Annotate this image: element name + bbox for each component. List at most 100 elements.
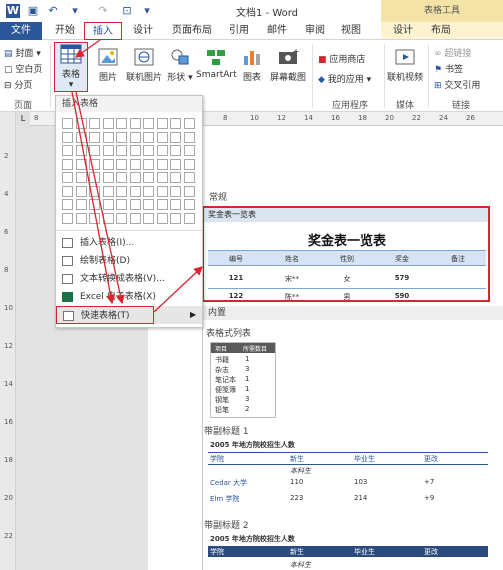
table-grid-cell[interactable] <box>116 118 127 129</box>
list-table-label[interactable]: 表格式列表 <box>206 326 251 339</box>
subtitle1-template[interactable]: 2005 年地方院校招生人数 学院 新生 毕业生 更改 本科生 Cedar 大学… <box>206 438 491 510</box>
table-grid-cell[interactable] <box>183 131 195 143</box>
table-size-grid[interactable] <box>62 118 200 228</box>
table-grid-cell[interactable] <box>75 212 87 224</box>
table-grid-cell[interactable] <box>129 185 141 197</box>
table-grid-cell[interactable] <box>62 199 73 210</box>
table-grid-cell[interactable] <box>129 172 141 183</box>
table-grid-cell[interactable] <box>156 158 168 170</box>
insert-table-item[interactable]: 插入表格(I)... <box>56 234 202 252</box>
quick-tables-item[interactable]: 快速表格(T) <box>56 306 154 324</box>
picture-button[interactable]: 图片 <box>94 46 122 83</box>
table-grid-cell[interactable] <box>62 172 73 183</box>
table-grid-cell[interactable] <box>129 118 141 129</box>
table-grid-cell[interactable] <box>75 131 87 143</box>
table-grid-cell[interactable] <box>116 131 127 143</box>
table-grid-cell[interactable] <box>170 118 181 129</box>
table-grid-cell[interactable] <box>116 212 127 224</box>
table-grid-cell[interactable] <box>62 212 73 224</box>
table-grid-cell[interactable] <box>75 118 87 129</box>
table-grid-cell[interactable] <box>156 199 168 210</box>
table-grid-cell[interactable] <box>62 145 73 156</box>
table-grid-cell[interactable] <box>143 212 154 224</box>
table-grid-cell[interactable] <box>116 185 127 197</box>
excel-spreadsheet-item[interactable]: Excel 电子表格(X) <box>56 288 202 306</box>
table-grid-cell[interactable] <box>143 145 154 156</box>
table-grid-cell[interactable] <box>129 158 141 170</box>
table-grid-cell[interactable] <box>75 172 87 183</box>
table-grid-cell[interactable] <box>75 158 87 170</box>
table-grid-cell[interactable] <box>89 172 100 183</box>
table-grid-cell[interactable] <box>102 199 114 210</box>
tab-design[interactable]: 设计 <box>124 22 162 40</box>
table-grid-cell[interactable] <box>143 199 154 210</box>
table-grid-cell[interactable] <box>116 145 127 156</box>
table-grid-cell[interactable] <box>156 185 168 197</box>
table-grid-cell[interactable] <box>102 212 114 224</box>
tab-page-layout[interactable]: 页面布局 <box>164 22 220 40</box>
list-table-template[interactable]: 项目 所需数目 书籍 1 杂志 3 笔记本 1 便笺簿 1 钢笔 3 铅笔 2 <box>210 342 276 418</box>
redo-icon[interactable]: ↷ <box>96 4 110 18</box>
table-grid-cell[interactable] <box>102 118 114 129</box>
tab-view[interactable]: 视图 <box>334 22 368 40</box>
table-grid-cell[interactable] <box>129 212 141 224</box>
table-grid-cell[interactable] <box>62 131 73 143</box>
table-grid-cell[interactable] <box>129 199 141 210</box>
page-break-button[interactable]: ⊟ 分页 <box>4 78 32 91</box>
cross-reference-button[interactable]: ⊞ 交叉引用 <box>434 78 480 91</box>
table-grid-cell[interactable] <box>102 158 114 170</box>
save-icon[interactable]: ▣ <box>26 4 40 18</box>
subtitle2-label[interactable]: 带副标题 2 <box>204 518 249 531</box>
table-grid-cell[interactable] <box>183 172 195 183</box>
tab-table-design[interactable]: 设计 <box>386 22 420 40</box>
tab-review[interactable]: 审阅 <box>298 22 332 40</box>
undo-dropdown-icon[interactable]: ▾ <box>68 4 82 18</box>
table-grid-cell[interactable] <box>170 199 181 210</box>
table-grid-cell[interactable] <box>170 145 181 156</box>
table-grid-cell[interactable] <box>156 172 168 183</box>
customize-icon[interactable]: ▾ <box>140 4 154 18</box>
table-grid-cell[interactable] <box>183 158 195 170</box>
text-to-table-item[interactable]: 文本转换成表格(V)... <box>56 270 202 288</box>
app-store-button[interactable]: ■ 应用商店 <box>318 52 365 65</box>
vertical-ruler[interactable]: 2 4 6 8 10 12 14 16 18 20 22 <box>0 112 16 570</box>
table-grid-cell[interactable] <box>62 185 73 197</box>
table-grid-cell[interactable] <box>102 185 114 197</box>
blank-page-button[interactable]: ▢ 空白页 <box>4 62 42 75</box>
table-grid-cell[interactable] <box>156 212 168 224</box>
table-grid-cell[interactable] <box>170 131 181 143</box>
table-grid-cell[interactable] <box>170 185 181 197</box>
hyperlink-button[interactable]: ∞ 超链接 <box>434 46 471 59</box>
table-grid-cell[interactable] <box>102 131 114 143</box>
table-grid-cell[interactable] <box>75 185 87 197</box>
table-grid-cell[interactable] <box>89 145 100 156</box>
table-grid-cell[interactable] <box>89 118 100 129</box>
online-video-button[interactable]: 联机视频 <box>386 46 424 83</box>
table-grid-cell[interactable] <box>62 118 73 129</box>
tab-table-layout[interactable]: 布局 <box>424 22 458 40</box>
table-grid-cell[interactable] <box>89 131 100 143</box>
table-grid-cell[interactable] <box>89 199 100 210</box>
table-grid-cell[interactable] <box>143 172 154 183</box>
tab-stop-selector[interactable]: L <box>16 112 30 126</box>
subtitle2-template[interactable]: 2005 年地方院校招生人数 学院 新生 毕业生 更改 本科生 <box>206 532 491 570</box>
subtitle1-label[interactable]: 带副标题 1 <box>204 424 249 437</box>
table-grid-cell[interactable] <box>170 158 181 170</box>
tab-mailings[interactable]: 邮件 <box>260 22 294 40</box>
draw-table-item[interactable]: 绘制表格(D) <box>56 252 202 270</box>
table-grid-cell[interactable] <box>89 158 100 170</box>
table-grid-cell[interactable] <box>143 185 154 197</box>
table-grid-cell[interactable] <box>75 199 87 210</box>
cover-page-button[interactable]: ▤ 封面 ▾ <box>4 46 41 59</box>
table-grid-cell[interactable] <box>143 158 154 170</box>
table-grid-cell[interactable] <box>183 212 195 224</box>
table-grid-cell[interactable] <box>143 131 154 143</box>
table-grid-cell[interactable] <box>170 212 181 224</box>
tab-file[interactable]: 文件 <box>0 22 42 40</box>
table-grid-cell[interactable] <box>170 172 181 183</box>
autosave-icon[interactable]: ⊡ <box>120 4 134 18</box>
table-grid-cell[interactable] <box>129 131 141 143</box>
table-grid-cell[interactable] <box>62 158 73 170</box>
table-button[interactable]: 表格 ▾ <box>54 42 88 92</box>
undo-icon[interactable]: ↶ <box>46 4 60 18</box>
